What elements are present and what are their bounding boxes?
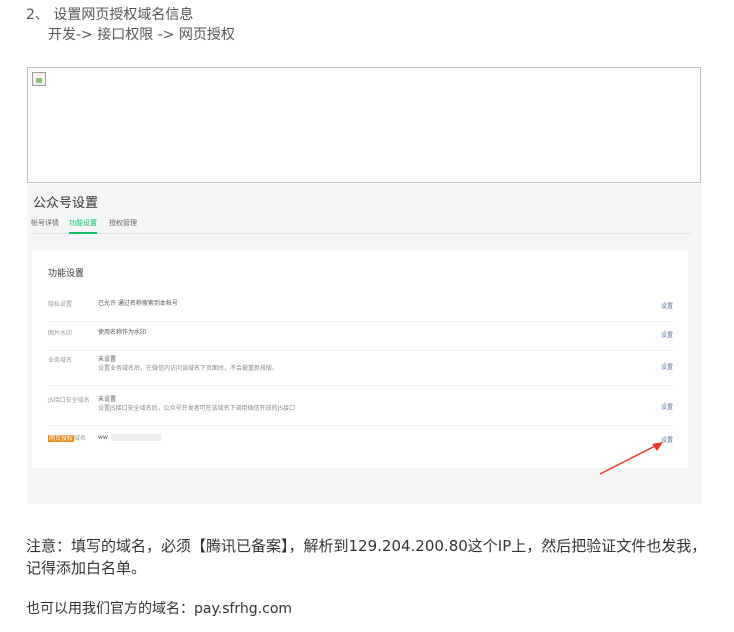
screenshot-tabs: 帐号详情 功能设置 授权管理 — [31, 217, 691, 234]
row-label: 业务域名 — [48, 357, 73, 364]
row-label-rest: 域名 — [74, 435, 87, 442]
blurred-domain — [110, 434, 161, 441]
embedded-screenshot: 公众号设置 帐号详情 功能设置 授权管理 功能设置 隐私设置 已允许 通过名称搜… — [27, 184, 702, 504]
setting-link[interactable]: 设置 — [661, 362, 673, 371]
setting-link[interactable]: 设置 — [661, 301, 673, 310]
row-value: ww — [98, 434, 108, 441]
settings-card: 功能设置 隐私设置 已允许 通过名称搜索到本帐号 设置 图片水印 使用名称作为水… — [32, 251, 688, 468]
settings-row: 隐私设置 已允许 通过名称搜索到本帐号 设置 — [48, 299, 673, 322]
card-title: 功能设置 — [48, 269, 85, 279]
row-value: 未设置 — [98, 396, 117, 403]
official-domain-text: 也可以用我们官方的域名：pay.sfrhg.com — [26, 601, 293, 617]
highlight-mark: 网页授权 — [48, 435, 75, 442]
row-description: 设置业务域名后，在微信内访问该域名下页面时，不会被重新排版。 — [98, 365, 279, 372]
step-path: 开发-> 接口权限 -> 网页授权 — [48, 27, 235, 43]
tab-feature-settings[interactable]: 功能设置 — [69, 217, 97, 234]
tab-account-details[interactable]: 帐号详情 — [31, 217, 59, 232]
settings-row: 图片水印 使用名称作为水印 设置 — [48, 328, 673, 351]
tab-authorization[interactable]: 授权管理 — [109, 217, 137, 232]
row-label: JS接口安全域名 — [48, 397, 90, 404]
broken-image-icon — [32, 72, 46, 86]
setting-link[interactable]: 设置 — [661, 402, 673, 411]
row-value: 未设置 — [98, 356, 117, 363]
row-value: 使用名称作为水印 — [98, 329, 147, 336]
settings-row: 网页授权域名 ww 设置 — [48, 433, 673, 449]
setting-link[interactable]: 设置 — [661, 330, 673, 339]
row-value-group: 未设置 设置业务域名后，在微信内访问该域名下页面时，不会被重新排版。 — [98, 355, 278, 373]
settings-row: 业务域名 未设置 设置业务域名后，在微信内访问该域名下页面时，不会被重新排版。 … — [48, 355, 673, 386]
note-text: 注意：填写的域名，必须【腾讯已备案】，解析到129.204.200.80这个IP… — [26, 537, 707, 577]
row-value-group: 未设置 设置JS接口安全域名后，公众号开发者可在该域名下调用微信开放的JS接口 — [98, 395, 295, 413]
row-label: 图片水印 — [48, 330, 73, 337]
settings-row: JS接口安全域名 未设置 设置JS接口安全域名后，公众号开发者可在该域名下调用微… — [48, 395, 673, 426]
step-title: 2、 设置网页授权域名信息 — [26, 7, 194, 23]
row-value: 已允许 通过名称搜索到本帐号 — [98, 300, 178, 307]
broken-image — [27, 67, 701, 183]
row-label: 网页授权域名 — [48, 433, 86, 442]
screenshot-page-title: 公众号设置 — [33, 196, 99, 211]
row-description: 设置JS接口安全域名后，公众号开发者可在该域名下调用微信开放的JS接口 — [98, 405, 296, 412]
row-value-group: ww — [98, 433, 161, 442]
row-label: 隐私设置 — [48, 301, 73, 308]
red-arrow-icon — [599, 442, 663, 475]
